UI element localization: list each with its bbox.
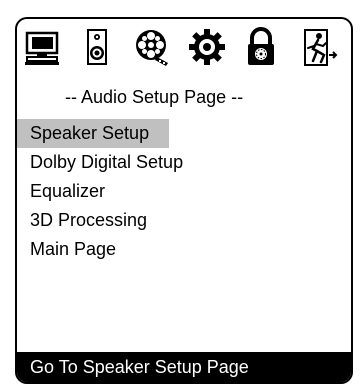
setup-category-icon-bar [17,19,351,75]
exit-running-man-icon[interactable] [299,27,339,67]
padlock-icon[interactable] [241,27,281,67]
audio-setup-menu: Speaker Setup Dolby Digital Setup Equali… [17,119,351,264]
menu-item-equalizer[interactable]: Equalizer [17,177,351,206]
film-reel-icon[interactable] [131,27,171,67]
monitor-icon[interactable] [23,27,63,67]
page-title: -- Audio Setup Page -- [65,87,244,107]
dvd-setup-menu-frame: -- Audio Setup Page -- Speaker Setup Dol… [15,17,353,384]
menu-item-3d-processing[interactable]: 3D Processing [17,206,351,235]
speaker-icon[interactable] [77,27,117,67]
menu-item-dolby-digital-setup[interactable]: Dolby Digital Setup [17,148,351,177]
menu-item-main-page[interactable]: Main Page [17,235,351,264]
menu-item-speaker-setup[interactable]: Speaker Setup [17,119,169,148]
status-bar: Go To Speaker Setup Page [17,352,351,382]
gear-icon[interactable] [187,27,227,67]
